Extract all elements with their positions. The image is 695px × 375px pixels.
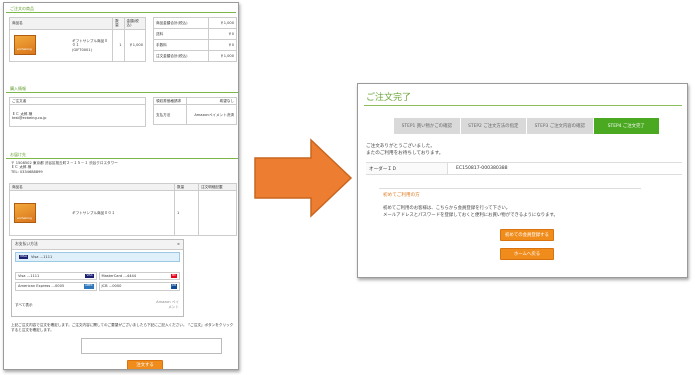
col-product: 商品名 bbox=[8, 17, 114, 30]
payment-info-table: 領収書価格請求 希望なし 支払方法 Amazonペイメント決済 bbox=[152, 96, 237, 126]
product-price: ￥1,000 bbox=[123, 28, 146, 62]
wallet-show-all-link[interactable]: すべて表示 bbox=[15, 303, 33, 307]
summary-value: ￥0 bbox=[207, 39, 238, 51]
summary-label: 注文金額合計(税込) bbox=[153, 50, 209, 62]
product-image: archeking bbox=[14, 34, 36, 55]
buyer-section-title: 購入情報 bbox=[6, 83, 238, 93]
col-qty: 数量 bbox=[112, 17, 125, 30]
wallet-card-option[interactable]: JCB …0000 JCB bbox=[98, 282, 180, 291]
order-note-text: 上記ご注文内容で注文を確定します。ご注文内容に関してのご要望がございましたら下記… bbox=[11, 323, 234, 333]
payment-label: 支払方法 bbox=[152, 104, 188, 126]
first-time-line-2: メールアドレスとパスワードを登録しておくと便利にお買い物ができるようになります。 bbox=[383, 212, 558, 218]
step-4: STEP4 ご注文完了 bbox=[593, 118, 659, 134]
amazon-wallet-widget: お支払い方法 × VISA Visa …1111 Visa …1111 VISA … bbox=[11, 239, 184, 317]
wallet-close-icon[interactable]: × bbox=[177, 241, 180, 247]
amex-icon: AMEX bbox=[84, 284, 94, 289]
order-id-label: オーダーＩＤ bbox=[366, 163, 448, 174]
order-id-value: EC150817-000380388 bbox=[456, 166, 508, 171]
dest-col-product: 商品名 bbox=[9, 182, 175, 192]
transition-arrow-icon bbox=[254, 138, 353, 218]
dest-product-qty: 1 bbox=[174, 190, 199, 237]
dest-product-image-label: archeking bbox=[17, 215, 32, 220]
product-name: ギフトサンプル商品００１ bbox=[72, 38, 108, 48]
visa-icon: VISA bbox=[85, 273, 94, 279]
thanks-line-1: ご注文ありがとうございました。 bbox=[366, 144, 435, 149]
product-code: (GIFT0001) bbox=[72, 47, 92, 52]
col-price: 金額(税込) bbox=[123, 17, 146, 30]
wallet-card-label: Visa …1111 bbox=[18, 273, 40, 278]
page-title: ご注文完了 bbox=[366, 93, 412, 103]
dest-product-name: ギフトサンプル商品００１ bbox=[72, 211, 116, 216]
summary-value: ￥0 bbox=[207, 28, 238, 40]
wallet-title: お支払い方法 bbox=[15, 241, 38, 246]
receipt-label: 領収書価格請求 bbox=[152, 96, 188, 106]
buyer-email: test@ecbeing.co.jp bbox=[12, 115, 47, 120]
thanks-line-2: またのご利用をお待ちしております。 bbox=[366, 150, 444, 156]
dest-note-cell bbox=[198, 190, 237, 237]
jcb-icon: JCB bbox=[170, 284, 177, 289]
wallet-selected-card[interactable]: VISA Visa …1111 bbox=[15, 251, 180, 262]
summary-label: 送料 bbox=[153, 28, 209, 40]
step-3: STEP3 ご注文内容の確認 bbox=[527, 118, 593, 134]
order-items-table: 商品名 数量 金額(税込) archeking ギフトサンプル商品００１ (GIFT… bbox=[8, 17, 146, 62]
amazon-payments-logo: Amazon ペイメント bbox=[156, 300, 179, 309]
wallet-selected-label: Visa …1111 bbox=[30, 254, 53, 259]
dest-col-note: 注文明細記載 bbox=[198, 182, 237, 192]
first-time-line-1: 初めてご利用のお客様は、こちらから会員登録を行って下さい。 bbox=[383, 206, 511, 211]
product-image-label: archeking bbox=[17, 47, 32, 52]
buyer-label: ご注文者 bbox=[9, 96, 146, 106]
wallet-card-label: MasterCard …4444 bbox=[101, 273, 137, 278]
place-order-button[interactable]: 注文する bbox=[127, 360, 163, 369]
destination-tel: TEL: 0334688899 bbox=[11, 169, 43, 174]
destination-items-table: 商品名 数量 注文明細記載 archeking ギフトサンプル商品００１ 1 bbox=[9, 182, 237, 237]
dest-product-image: archeking bbox=[14, 203, 36, 224]
order-items-section-title: ご注文の商品 bbox=[6, 3, 236, 13]
summary-label: 手数料 bbox=[153, 39, 209, 51]
wallet-card-label: JCB …0000 bbox=[101, 284, 122, 289]
dest-col-qty: 数量 bbox=[174, 182, 199, 192]
summary-value: ￥1,000 bbox=[207, 17, 238, 29]
thank-you-message: ご注文ありがとうございました。 またのご利用をお待ちしております。 bbox=[366, 144, 443, 157]
mastercard-icon: MC bbox=[170, 273, 177, 279]
order-confirm-panel: ご注文の商品 商品名 数量 金額(税込) archeking ギフトサンプル商品００… bbox=[3, 2, 239, 370]
step-2: STEP2 ご注文方法の指定 bbox=[460, 118, 526, 134]
first-time-message: 初めてご利用のお客様は、こちらから会員登録を行って下さい。 メールアドレスとパス… bbox=[383, 206, 558, 219]
product-qty: 1 bbox=[112, 28, 125, 62]
title-underline bbox=[364, 105, 682, 106]
register-member-button[interactable]: 初めての会員登録する bbox=[500, 229, 554, 241]
wallet-card-option[interactable]: American Express …0005 AMEX bbox=[15, 282, 97, 291]
first-time-divider bbox=[379, 188, 641, 189]
wallet-card-label: American Express …0005 bbox=[18, 284, 65, 289]
wallet-card-option[interactable]: Visa …1111 VISA bbox=[15, 271, 97, 281]
order-request-textarea[interactable] bbox=[81, 338, 222, 354]
payment-value: Amazonペイメント決済 bbox=[186, 104, 237, 126]
receipt-value: 希望なし bbox=[186, 96, 237, 106]
destination-address-block: 〒 1508502 東京都 渋谷区桜丘町２－１５－１ 渋谷クロスタワー ＥＣ 太… bbox=[11, 161, 211, 174]
visa-icon: VISA bbox=[19, 253, 28, 259]
dest-product-cell: archeking ギフトサンプル商品００１ bbox=[9, 190, 175, 237]
destination-section-title: お届け先 bbox=[6, 149, 238, 159]
order-id-row: オーダーＩＤ EC150817-000380388 bbox=[366, 162, 682, 175]
summary-table: 商品金額合計(税込) ￥1,000 送料 ￥0 手数料 ￥0 注文金額合計(税込) ￥1… bbox=[153, 17, 238, 62]
order-complete-panel: ご注文完了 STEP1 買い物かごの確認 STEP2 ご注文方法の指定 STEP… bbox=[357, 83, 688, 278]
summary-label: 商品金額合計(税込) bbox=[153, 17, 209, 29]
summary-value: ￥1,000 bbox=[207, 50, 238, 62]
checkout-steps: STEP1 買い物かごの確認 STEP2 ご注文方法の指定 STEP3 ご注文内… bbox=[394, 118, 660, 134]
step-1: STEP1 買い物かごの確認 bbox=[394, 118, 460, 134]
first-time-title: 初めてご利用の方 bbox=[383, 193, 420, 198]
back-home-button[interactable]: ホームへ戻る bbox=[500, 248, 554, 260]
wallet-card-option[interactable]: MasterCard …4444 MC bbox=[98, 271, 180, 281]
buyer-table: ご注文者 ＥＣ 太郎 様 test@ecbeing.co.jp bbox=[9, 96, 146, 128]
product-cell: archeking ギフトサンプル商品００１ (GIFT0001) bbox=[8, 28, 114, 62]
